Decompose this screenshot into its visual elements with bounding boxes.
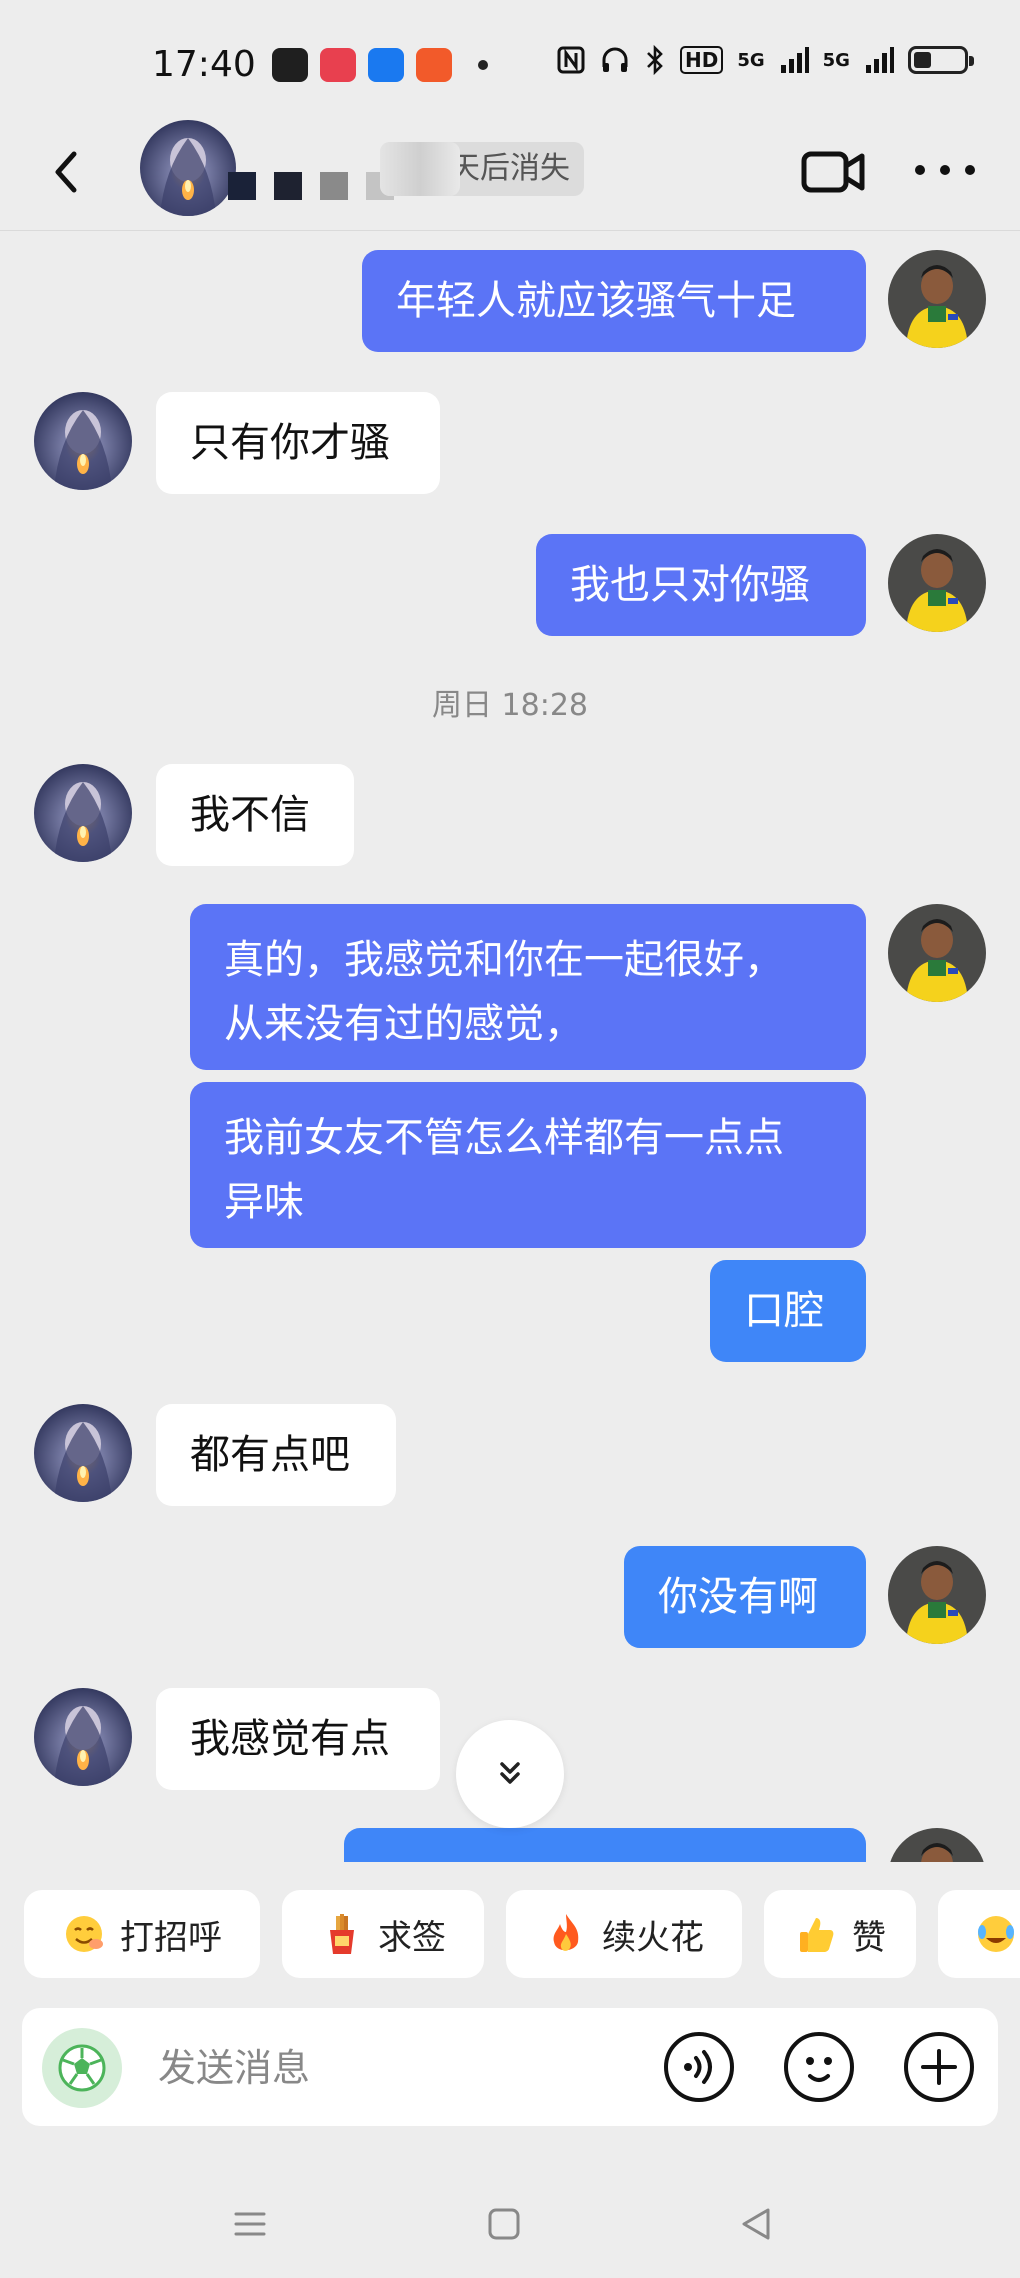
header-divider	[0, 230, 1020, 231]
message-timestamp: 周日 18:28	[432, 688, 588, 723]
emoji-icon[interactable]	[782, 2030, 856, 2104]
outgoing-message[interactable]: 我也只对你骚	[536, 534, 866, 636]
notification-icons	[272, 48, 488, 82]
my-avatar[interactable]	[888, 904, 986, 1002]
scroll-to-bottom-button[interactable]	[456, 1720, 564, 1828]
quick-reply-label: 求签	[378, 1917, 446, 1958]
incoming-message[interactable]: 只有你才骚	[156, 392, 440, 494]
message-composer	[22, 2008, 998, 2126]
menu-icon[interactable]	[220, 2194, 280, 2254]
message-input[interactable]	[156, 2038, 640, 2098]
back-triangle-icon[interactable]	[726, 2194, 786, 2254]
incoming-message[interactable]: 我感觉有点	[156, 1688, 440, 1790]
outgoing-message[interactable]: 你没有啊	[624, 1546, 866, 1648]
outgoing-message[interactable]: 我前女友不管怎么样都有一点点 异味	[190, 1082, 866, 1248]
app-notification-icon	[416, 48, 452, 82]
back-chevron-icon[interactable]	[42, 144, 92, 200]
message-line: 我前女友不管怎么样都有一点点	[224, 1115, 784, 1161]
disappear-timer-blur	[380, 142, 460, 196]
thumbs-up-icon	[800, 1918, 834, 1952]
battery-level	[913, 52, 931, 68]
status-time: 17:40	[152, 44, 256, 85]
quick-reply-label: 续火花	[602, 1917, 704, 1958]
candle-girl-avatar-icon	[140, 120, 236, 216]
smiling-wave-emoji-icon	[66, 1916, 103, 1952]
more-dots-icon[interactable]	[910, 150, 980, 190]
quick-reply-chip-partial[interactable]	[938, 1890, 1020, 1978]
my-avatar[interactable]	[888, 250, 986, 348]
contact-avatar[interactable]	[34, 1688, 132, 1786]
video-camera-icon[interactable]	[800, 144, 868, 200]
battery-icon	[907, 46, 974, 74]
my-avatar[interactable]	[888, 534, 986, 632]
chat-header: 天后消失	[0, 120, 1020, 230]
message-line: 真的，我感觉和你在一起很好，	[224, 937, 784, 983]
app-notification-icon	[368, 48, 404, 82]
quick-reply-chip[interactable]: 打招呼	[24, 1890, 260, 1978]
home-square-icon[interactable]	[474, 2194, 534, 2254]
contact-avatar[interactable]	[140, 120, 236, 216]
incoming-message[interactable]: 都有点吧	[156, 1404, 396, 1506]
my-avatar[interactable]	[888, 1546, 986, 1644]
message-line: 从来没有过的感觉，	[224, 1001, 584, 1047]
quick-reply-chip[interactable]: 求签	[282, 1890, 484, 1978]
my-avatar[interactable]	[888, 1828, 986, 1862]
quick-reply-chip[interactable]: 赞	[764, 1890, 916, 1978]
voice-icon[interactable]	[662, 2030, 736, 2104]
network-5g-label: 5G	[737, 49, 765, 71]
app-notification-icon	[320, 48, 356, 82]
quick-reply-label: 打招呼	[120, 1917, 222, 1958]
disappear-timer-text: 天后消失	[450, 151, 570, 186]
network-5g-label: 5G	[822, 49, 850, 71]
quick-reply-chip[interactable]: 续火花	[506, 1890, 742, 1978]
fortune-stick-tube-icon	[330, 1914, 354, 1954]
status-bar: 17:40 HD 5G 5G	[0, 0, 1020, 120]
football-icon	[58, 2044, 106, 2092]
message-line: 异味	[224, 1179, 304, 1225]
contact-avatar[interactable]	[34, 392, 132, 490]
laughing-tears-emoji-icon	[978, 1916, 1014, 1952]
contact-name-redacted	[228, 172, 394, 200]
system-navigation-bar	[0, 2160, 1020, 2278]
outgoing-message[interactable]: 年轻人就应该骚气十足	[362, 250, 866, 352]
contact-avatar[interactable]	[34, 1404, 132, 1502]
outgoing-message[interactable]: 口腔	[710, 1260, 866, 1362]
fire-icon	[553, 1914, 579, 1951]
outgoing-message[interactable]: 真的，我感觉和你在一起很好， 从来没有过的感觉，	[190, 904, 866, 1070]
double-chevron-down-icon	[500, 1762, 520, 1784]
headphones-icon	[602, 47, 628, 72]
system-status-icons: HD 5G 5G	[556, 44, 974, 76]
bluetooth-icon	[647, 44, 663, 76]
quick-reply-bar[interactable]: 打招呼 求签 续火花 赞	[0, 1890, 1020, 1980]
contact-avatar[interactable]	[34, 764, 132, 862]
app-notification-icon	[272, 48, 308, 82]
signal-strength-icon	[780, 47, 809, 73]
nfc-icon	[557, 46, 585, 74]
signal-strength-icon	[865, 47, 894, 73]
football-button[interactable]	[42, 2028, 122, 2108]
message-list[interactable]: 年轻人就应该骚气十足 只有你才骚 我也只对你骚 周日 18:28 我不信 真的，…	[0, 232, 1020, 1862]
quick-reply-label: 赞	[852, 1917, 886, 1958]
plus-icon[interactable]	[902, 2030, 976, 2104]
hd-badge: HD	[680, 46, 724, 74]
incoming-message[interactable]: 我不信	[156, 764, 354, 866]
more-notifications-dot-icon	[478, 60, 488, 70]
outgoing-message-partial[interactable]	[344, 1828, 866, 1862]
